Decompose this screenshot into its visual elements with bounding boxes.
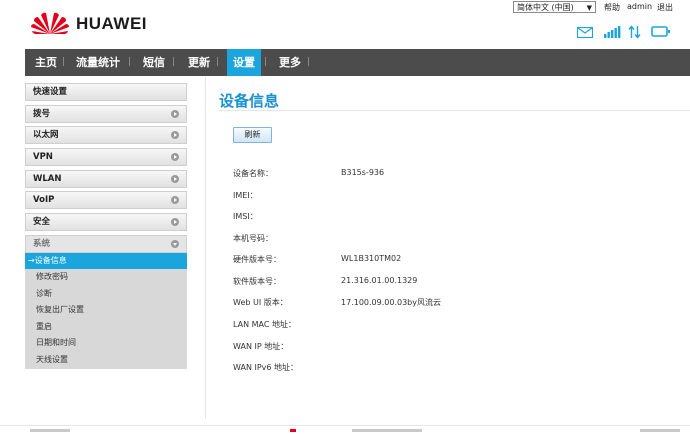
chevron-down-icon: ▼ xyxy=(586,4,592,12)
lan-mac-label: LAN MAC 地址： xyxy=(233,320,297,329)
device-name-value: B315s-936 xyxy=(341,168,385,177)
system-submenu: →设备信息 修改密码 诊断 恢复出厂设置 重启 日期和时间 天线设置 xyxy=(25,253,187,369)
sidebar-item-wlan[interactable]: WLAN xyxy=(25,170,187,188)
refresh-button[interactable]: 刷新 xyxy=(233,127,272,143)
display-icon[interactable] xyxy=(651,26,671,38)
footer-divider xyxy=(0,425,690,426)
sidebar-item-label: 拨号 xyxy=(33,109,51,119)
data-transfer-icon xyxy=(628,25,641,39)
mail-icon[interactable] xyxy=(577,27,593,38)
imei-label: IMEI： xyxy=(233,191,258,200)
sidebar-item-ethernet[interactable]: 以太网 xyxy=(25,126,187,144)
sidebar-item-label: VoIP xyxy=(33,195,55,205)
submenu-antenna-settings[interactable]: 天线设置 xyxy=(25,352,187,368)
submenu-reboot[interactable]: 重启 xyxy=(25,319,187,335)
sidebar-item-label: 以太网 xyxy=(33,130,59,140)
sidebar-item-voip[interactable]: VoIP xyxy=(25,191,187,209)
chevron-right-icon xyxy=(171,218,179,226)
sidebar-item-security[interactable]: 安全 xyxy=(25,213,187,231)
wan-ip-label: WAN IP 地址： xyxy=(233,342,289,351)
language-select[interactable]: 简体中文 (中国) ▼ xyxy=(513,1,596,13)
chevron-down-icon xyxy=(171,240,179,248)
imsi-label: IMSI： xyxy=(233,212,258,221)
title-underline xyxy=(219,110,690,111)
sidebar-item-label: 安全 xyxy=(33,217,51,227)
user-name: admin xyxy=(627,2,653,11)
chevron-right-icon xyxy=(171,175,179,183)
wan-ipv6-label: WAN IPv6 地址： xyxy=(233,363,299,372)
hardware-version-label: 硬件版本号： xyxy=(233,255,281,264)
footer-fragment xyxy=(290,429,296,432)
signal-icon xyxy=(604,26,621,38)
submenu-change-password[interactable]: 修改密码 xyxy=(25,269,187,285)
webui-version-label: Web UI 版本： xyxy=(233,298,288,307)
footer-fragment xyxy=(352,429,422,432)
software-version-label: 软件版本号： xyxy=(233,277,281,286)
sidebar-item-dialup[interactable]: 拨号 xyxy=(25,105,187,123)
help-link[interactable]: 帮助 xyxy=(604,2,620,13)
submenu-diagnostics[interactable]: 诊断 xyxy=(25,286,187,302)
sidebar-item-system[interactable]: 系统 xyxy=(25,235,187,253)
content-divider xyxy=(205,78,206,418)
chevron-right-icon xyxy=(171,110,179,118)
header: HUAWEI 简体中文 (中国) ▼ 帮助 admin 退出 xyxy=(0,0,690,48)
sidebar-item-label: 系统 xyxy=(33,239,51,249)
chevron-right-icon xyxy=(171,131,179,139)
device-name-label: 设备名称： xyxy=(233,169,273,178)
submenu-device-info[interactable]: →设备信息 xyxy=(25,253,187,269)
nav-more[interactable]: 更多 xyxy=(279,49,301,76)
language-select-value: 简体中文 (中国) xyxy=(517,3,574,12)
chevron-right-icon xyxy=(171,153,179,161)
phone-number-label: 本机号码： xyxy=(233,234,273,243)
chevron-right-icon xyxy=(171,196,179,204)
hardware-version-value: WL1B310TM02 xyxy=(341,254,402,263)
brand-name: HUAWEI xyxy=(76,14,147,33)
main-nav: 主页 | 流量统计 | 短信 | 更新 | 设置 | 更多 | xyxy=(25,49,690,76)
nav-home[interactable]: 主页 xyxy=(35,49,57,76)
sidebar-item-label: 快速设置 xyxy=(33,87,68,97)
logout-link[interactable]: 退出 xyxy=(657,2,673,13)
sidebar-item-quick-setup[interactable]: 快速设置 xyxy=(25,83,187,101)
sidebar-item-vpn[interactable]: VPN xyxy=(25,148,187,166)
webui-version-value: 17.100.09.00.03by风流云 xyxy=(341,298,441,307)
page-title: 设备信息 xyxy=(219,92,280,110)
footer-fragment xyxy=(640,429,680,432)
nav-update[interactable]: 更新 xyxy=(188,49,210,76)
sidebar-item-label: WLAN xyxy=(33,174,62,184)
nav-traffic-stats[interactable]: 流量统计 xyxy=(76,49,120,76)
footer-fragment xyxy=(30,429,70,432)
submenu-date-time[interactable]: 日期和时间 xyxy=(25,335,187,351)
sidebar-item-label: VPN xyxy=(33,152,53,162)
submenu-factory-reset[interactable]: 恢复出厂设置 xyxy=(25,302,187,318)
huawei-logo-icon xyxy=(31,12,69,34)
software-version-value: 21.316.01.00.1329 xyxy=(341,276,418,285)
nav-settings[interactable]: 设置 xyxy=(227,49,261,76)
nav-sms[interactable]: 短信 xyxy=(143,49,165,76)
